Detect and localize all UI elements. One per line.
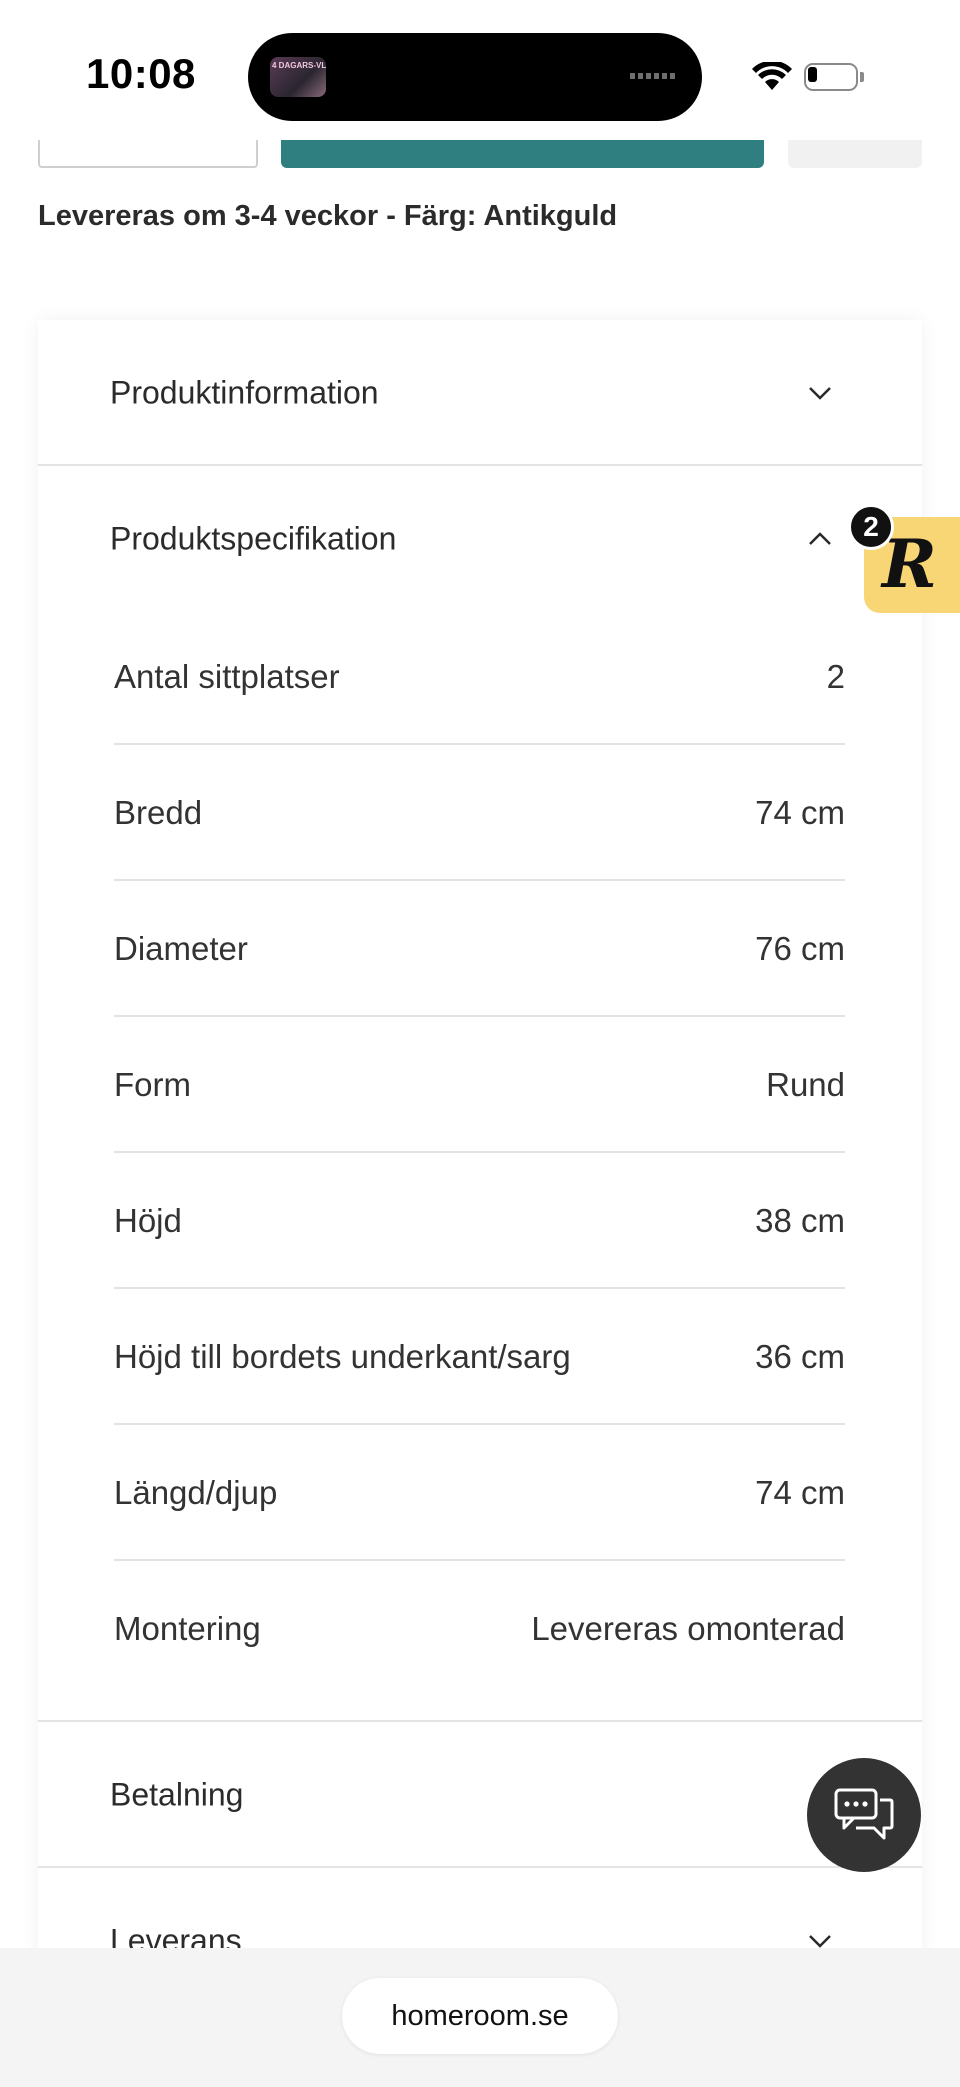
spec-value: Levereras omonterad (531, 1610, 845, 1647)
battery-icon (804, 63, 864, 91)
spec-row: Form Rund (114, 1017, 845, 1153)
spec-row: Bredd 74 cm (114, 745, 845, 881)
spec-value: 74 cm (755, 1474, 845, 1511)
spec-label: Bredd (114, 794, 203, 831)
audio-waveform-icon (630, 73, 678, 79)
address-bar[interactable]: homeroom.se (342, 1978, 618, 2054)
product-accordion: Produktinformation Produktspecifikation … (38, 320, 922, 1980)
chat-bubbles-icon (834, 1788, 894, 1840)
url-text: homeroom.se (391, 2000, 569, 2032)
status-bar: 10:08 4 DAGARS-VLOG (0, 0, 960, 140)
spec-label: Form (114, 1066, 191, 1103)
browser-bottom-bar: homeroom.se (0, 1948, 960, 2087)
spec-label: Höjd (114, 1202, 182, 1239)
spec-row: Antal sittplatser 2 (114, 609, 845, 745)
chevron-up-icon (809, 532, 831, 545)
spec-row: Diameter 76 cm (114, 881, 845, 1017)
spec-label: Montering (114, 1610, 261, 1647)
spec-row: Höjd till bordets underkant/sarg 36 cm (114, 1289, 845, 1425)
spec-value: Rund (766, 1066, 845, 1103)
spec-row: Montering Levereras omonterad (114, 1561, 845, 1697)
accordion-title: Produktspecifikation (110, 520, 397, 557)
spec-value: 74 cm (755, 794, 845, 831)
dynamic-island[interactable]: 4 DAGARS-VLOG (248, 33, 702, 121)
media-thumbnail-text: 4 DAGARS-VLOG (272, 61, 326, 70)
accordion-header-betalning[interactable]: Betalning (38, 1722, 922, 1868)
spec-label: Antal sittplatser (114, 658, 340, 695)
accordion-title: Betalning (110, 1776, 244, 1813)
spec-value: 2 (826, 658, 845, 695)
accordion-header-produktinformation[interactable]: Produktinformation (38, 320, 922, 466)
wifi-icon (752, 62, 792, 90)
media-thumbnail: 4 DAGARS-VLOG (270, 57, 326, 97)
spec-label: Längd/djup (114, 1474, 278, 1511)
notification-count-badge: 2 (848, 504, 894, 550)
accordion-header-produktspecifikation[interactable]: Produktspecifikation (38, 466, 922, 612)
spec-value: 36 cm (755, 1338, 845, 1375)
accordion-title: Produktinformation (110, 374, 379, 411)
chat-button[interactable] (807, 1758, 921, 1872)
spec-value: 76 cm (755, 930, 845, 967)
spec-label: Diameter (114, 930, 248, 967)
status-time: 10:08 (86, 50, 196, 97)
spec-label: Höjd till bordets underkant/sarg (114, 1338, 571, 1375)
spec-row: Längd/djup 74 cm (114, 1425, 845, 1561)
chevron-down-icon (809, 387, 831, 400)
delivery-note: Levereras om 3-4 veckor - Färg: Antikgul… (38, 200, 618, 232)
spec-row: Höjd 38 cm (114, 1153, 845, 1289)
spec-value: 38 cm (755, 1202, 845, 1239)
